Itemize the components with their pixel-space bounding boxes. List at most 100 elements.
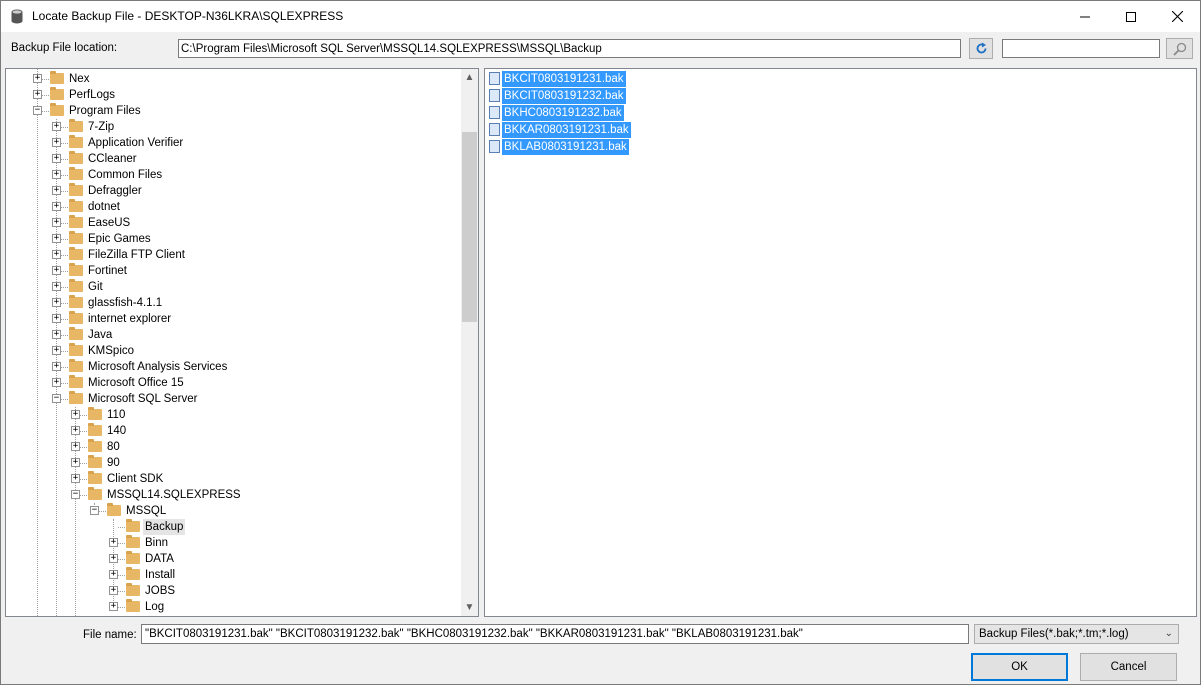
expand-icon[interactable]: +: [52, 346, 61, 355]
folder-tree[interactable]: + Nex + PerfLogs − Program Files +7-Zip + Applic…: [5, 68, 479, 617]
file-type-select[interactable]: Backup Files(*.bak;*.tm;*.log) ⌄: [974, 624, 1179, 644]
tree-item-label: Epic Games: [88, 233, 151, 245]
tree-item[interactable]: + Git: [6, 279, 461, 295]
expand-icon[interactable]: +: [52, 122, 61, 131]
scroll-thumb[interactable]: [462, 132, 477, 322]
expand-icon[interactable]: +: [52, 298, 61, 307]
file-list[interactable]: BKCIT0803191231.bak BKCIT0803191232.bak BK…: [484, 68, 1197, 617]
file-item-label: BKCIT0803191232.bak: [502, 88, 626, 104]
expand-icon[interactable]: +: [109, 602, 118, 611]
tree-item[interactable]: + EaseUS: [6, 215, 461, 231]
backup-location-input[interactable]: C:\Program Files\Microsoft SQL Server\MS…: [178, 39, 961, 58]
expand-icon[interactable]: +: [109, 570, 118, 579]
collapse-icon[interactable]: −: [71, 490, 80, 499]
scroll-up-icon[interactable]: ▲: [461, 69, 478, 86]
tree-item[interactable]: + Application Verifier: [6, 135, 461, 151]
tree-item[interactable]: +90: [6, 455, 461, 471]
tree-item-label: 110: [107, 409, 126, 421]
search-button[interactable]: [1166, 38, 1193, 59]
expand-icon[interactable]: +: [52, 250, 61, 259]
tree-item[interactable]: Backup: [6, 519, 461, 535]
maximize-button[interactable]: [1108, 1, 1154, 32]
close-button[interactable]: [1154, 1, 1200, 32]
expand-icon[interactable]: +: [71, 458, 80, 467]
tree-item[interactable]: + Nex: [6, 71, 461, 87]
tree-item[interactable]: − MSSQL14.SQLEXPRESS: [6, 487, 461, 503]
expand-icon[interactable]: +: [52, 154, 61, 163]
tree-item[interactable]: + Java: [6, 327, 461, 343]
expand-icon[interactable]: +: [52, 330, 61, 339]
cancel-button[interactable]: Cancel: [1080, 653, 1177, 681]
collapse-icon[interactable]: −: [52, 394, 61, 403]
expand-icon[interactable]: +: [52, 362, 61, 371]
tree-item[interactable]: +110: [6, 407, 461, 423]
file-item-label: BKHC0803191232.bak: [502, 105, 624, 121]
tree-item-label: Program Files: [69, 105, 141, 117]
folder-icon: [69, 295, 83, 308]
tree-item[interactable]: + Log: [6, 599, 461, 615]
ok-button[interactable]: OK: [971, 653, 1068, 681]
expand-icon[interactable]: +: [52, 138, 61, 147]
tree-item[interactable]: +80: [6, 439, 461, 455]
tree-item[interactable]: + dotnet: [6, 199, 461, 215]
expand-icon[interactable]: +: [52, 282, 61, 291]
tree-item[interactable]: + Epic Games: [6, 231, 461, 247]
tree-item[interactable]: + Client SDK: [6, 471, 461, 487]
tree-item[interactable]: + DATA: [6, 551, 461, 567]
expand-icon[interactable]: +: [33, 74, 42, 83]
expand-icon[interactable]: +: [33, 90, 42, 99]
tree-item[interactable]: + glassfish-4.1.1: [6, 295, 461, 311]
tree-item[interactable]: +7-Zip: [6, 119, 461, 135]
file-name-input[interactable]: "BKCIT0803191231.bak" "BKCIT0803191232.b…: [141, 624, 969, 644]
folder-icon: [69, 311, 83, 324]
folder-icon: [69, 263, 83, 276]
folder-icon: [107, 503, 121, 516]
tree-item[interactable]: + KMSpico: [6, 343, 461, 359]
tree-item[interactable]: − Microsoft SQL Server: [6, 391, 461, 407]
minimize-button[interactable]: [1062, 1, 1108, 32]
expand-icon[interactable]: +: [52, 170, 61, 179]
expand-icon[interactable]: +: [109, 538, 118, 547]
tree-item[interactable]: + Microsoft Office 15: [6, 375, 461, 391]
tree-item[interactable]: − MSSQL: [6, 503, 461, 519]
scroll-down-icon[interactable]: ▼: [461, 599, 478, 616]
folder-icon: [50, 71, 64, 84]
tree-item[interactable]: + Common Files: [6, 167, 461, 183]
tree-item[interactable]: + PerfLogs: [6, 87, 461, 103]
expand-icon[interactable]: +: [109, 586, 118, 595]
expand-icon[interactable]: +: [52, 314, 61, 323]
expand-icon[interactable]: +: [52, 378, 61, 387]
tree-item[interactable]: + Fortinet: [6, 263, 461, 279]
expand-icon[interactable]: +: [52, 186, 61, 195]
tree-item[interactable]: + Defraggler: [6, 183, 461, 199]
collapse-icon[interactable]: −: [90, 506, 99, 515]
expand-icon[interactable]: +: [71, 474, 80, 483]
tree-item[interactable]: + Binn: [6, 535, 461, 551]
tree-scrollbar[interactable]: ▲ ▼: [461, 69, 478, 616]
tree-item-label: 7-Zip: [88, 121, 115, 133]
expand-icon[interactable]: +: [71, 442, 80, 451]
tree-item[interactable]: + Microsoft Analysis Services: [6, 359, 461, 375]
tree-item[interactable]: + Install: [6, 567, 461, 583]
folder-icon: [126, 599, 140, 612]
search-input[interactable]: [1002, 39, 1160, 58]
refresh-button[interactable]: [969, 38, 993, 59]
tree-item[interactable]: +140: [6, 423, 461, 439]
folder-icon: [69, 247, 83, 260]
collapse-icon[interactable]: −: [33, 106, 42, 115]
tree-item[interactable]: + CCleaner: [6, 151, 461, 167]
tree-item[interactable]: + FileZilla FTP Client: [6, 247, 461, 263]
expand-icon[interactable]: +: [52, 234, 61, 243]
expand-icon[interactable]: +: [52, 218, 61, 227]
tree-item[interactable]: + JOBS: [6, 583, 461, 599]
expand-icon[interactable]: +: [109, 554, 118, 563]
expand-icon[interactable]: +: [52, 202, 61, 211]
expand-icon[interactable]: +: [52, 266, 61, 275]
folder-icon: [50, 87, 64, 100]
folder-icon: [88, 423, 102, 436]
expand-icon[interactable]: +: [71, 426, 80, 435]
expand-icon[interactable]: +: [71, 410, 80, 419]
tree-item[interactable]: + internet explorer: [6, 311, 461, 327]
folder-icon: [69, 183, 83, 196]
tree-item[interactable]: − Program Files: [6, 103, 461, 119]
